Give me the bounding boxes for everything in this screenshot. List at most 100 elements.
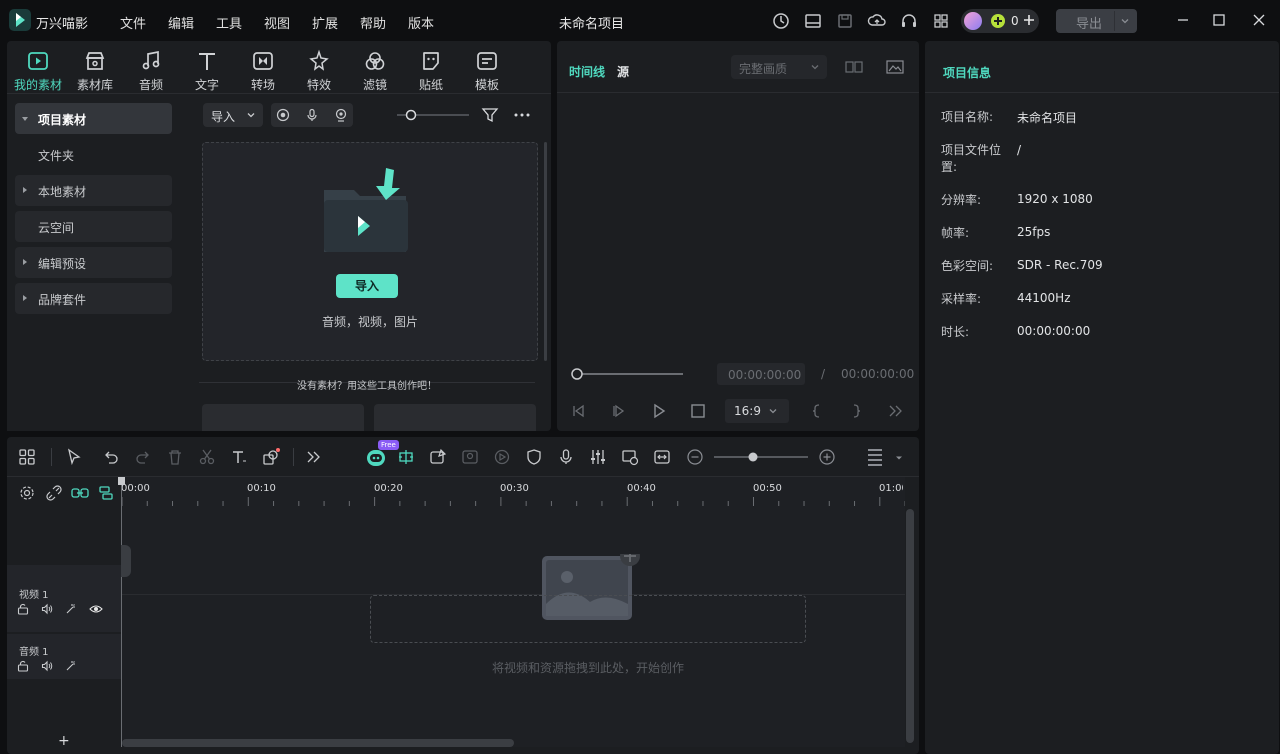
mute-fx-icon[interactable]	[65, 660, 77, 672]
media-scrollbar[interactable]	[544, 142, 547, 361]
unlink-icon[interactable]	[46, 485, 62, 501]
tab-effects[interactable]: 特效	[294, 47, 344, 93]
apps-grid-icon[interactable]	[931, 11, 951, 31]
time-ruler-ticks[interactable]	[121, 497, 905, 507]
tab-stock[interactable]: 素材库	[70, 47, 120, 93]
tab-audio[interactable]: 音频	[126, 47, 176, 93]
mark-out-icon[interactable]	[847, 402, 865, 420]
split-view-icon[interactable]	[844, 57, 864, 77]
magnet-snap-icon[interactable]	[98, 485, 114, 501]
support-headset-icon[interactable]	[899, 11, 919, 31]
import-dropdown[interactable]: 导入	[203, 103, 263, 127]
add-credit-icon[interactable]	[1022, 13, 1036, 27]
volume-icon[interactable]	[41, 603, 53, 615]
tool-card[interactable]	[374, 404, 536, 431]
tool-card[interactable]	[202, 404, 364, 431]
add-track-button[interactable]: +	[58, 733, 70, 749]
sidebar-item-project-media[interactable]: 项目素材	[15, 103, 172, 134]
menu-extensions[interactable]: 扩展	[312, 13, 338, 32]
timeline-drop-zone[interactable]	[370, 595, 806, 643]
menu-view[interactable]: 视图	[264, 13, 290, 32]
lock-icon[interactable]	[17, 660, 29, 672]
timeline-horizontal-scrollbar[interactable]	[122, 739, 514, 747]
mute-fx-icon[interactable]	[65, 603, 77, 615]
chevron-down-icon[interactable]	[894, 453, 904, 463]
collapse-handle[interactable]	[121, 545, 131, 577]
prev-frame-icon[interactable]	[570, 402, 588, 420]
microphone-icon[interactable]	[305, 108, 319, 122]
playhead-handle[interactable]	[118, 477, 125, 485]
more-options-icon[interactable]	[513, 106, 531, 124]
maximize-icon[interactable]	[1209, 10, 1229, 30]
save-icon[interactable]	[835, 11, 855, 31]
tab-templates[interactable]: 模板	[462, 47, 512, 93]
avatar[interactable]	[964, 12, 982, 30]
scissors-icon[interactable]	[198, 448, 216, 466]
visibility-eye-icon[interactable]	[89, 603, 103, 615]
sidebar-item-folder[interactable]: 文件夹	[15, 139, 172, 170]
tab-text[interactable]: 文字	[182, 47, 232, 93]
zoom-slider[interactable]	[712, 450, 810, 464]
zoom-out-icon[interactable]	[686, 448, 704, 466]
minimize-icon[interactable]	[1173, 10, 1193, 30]
record-screen-icon[interactable]	[276, 108, 290, 122]
ai-edit-icon[interactable]	[429, 448, 447, 466]
menu-edit[interactable]: 编辑	[168, 13, 194, 32]
menu-version[interactable]: 版本	[408, 13, 434, 32]
feedback-icon[interactable]	[771, 11, 791, 31]
audio-mixer-icon[interactable]	[589, 448, 607, 466]
export-button[interactable]: 导出	[1056, 9, 1137, 33]
cloud-upload-icon[interactable]	[867, 11, 887, 31]
webcam-icon[interactable]	[334, 108, 348, 122]
tab-timeline-preview[interactable]: 时间线	[569, 63, 605, 80]
menu-tools[interactable]: 工具	[216, 13, 242, 32]
playback-progress-slider[interactable]	[571, 367, 685, 381]
snapshot-icon[interactable]	[885, 57, 905, 77]
sidebar-item-cloud[interactable]: 云空间	[15, 211, 172, 242]
link-icon[interactable]	[71, 485, 89, 501]
lock-icon[interactable]	[17, 603, 29, 615]
menu-file[interactable]: 文件	[120, 13, 146, 32]
quality-dropdown[interactable]: 完整画质	[731, 55, 827, 79]
tab-filters[interactable]: 滤镜	[350, 47, 400, 93]
undo-icon[interactable]	[102, 448, 120, 466]
volume-icon[interactable]	[41, 660, 53, 672]
replace-clip-icon[interactable]	[621, 448, 639, 466]
playhead[interactable]	[121, 477, 122, 747]
sidebar-item-brand-kit[interactable]: 品牌套件	[15, 283, 172, 314]
tab-transitions[interactable]: 转场	[238, 47, 288, 93]
layout-grid-icon[interactable]	[18, 448, 36, 466]
tab-stickers[interactable]: 贴纸	[406, 47, 456, 93]
next-frame-icon[interactable]	[610, 402, 628, 420]
sidebar-item-edit-presets[interactable]: 编辑预设	[15, 247, 172, 278]
import-button[interactable]: 导入	[336, 274, 398, 298]
mask-shield-icon[interactable]	[525, 448, 543, 466]
mark-in-icon[interactable]	[808, 402, 826, 420]
track-height-icon[interactable]	[866, 448, 884, 466]
play-icon[interactable]	[650, 402, 668, 420]
close-icon[interactable]	[1249, 10, 1269, 30]
tab-source-preview[interactable]: 源	[617, 63, 629, 80]
filter-funnel-icon[interactable]	[481, 106, 499, 124]
thumbnail-size-slider[interactable]	[397, 108, 469, 122]
shapes-icon[interactable]	[262, 448, 280, 466]
zoom-in-icon[interactable]	[818, 448, 836, 466]
speed-icon[interactable]	[493, 448, 511, 466]
current-time[interactable]: 00:00:00:00	[717, 363, 805, 385]
redo-icon[interactable]	[134, 448, 152, 466]
expand-tools-icon[interactable]	[304, 448, 322, 466]
auto-ripple-icon[interactable]	[397, 448, 415, 466]
fit-width-icon[interactable]	[653, 448, 671, 466]
sidebar-item-local-media[interactable]: 本地素材	[15, 175, 172, 206]
tab-my-media[interactable]: 我的素材	[13, 47, 63, 93]
portrait-icon[interactable]	[461, 448, 479, 466]
delete-icon[interactable]	[166, 448, 184, 466]
credits-widget[interactable]: 0	[961, 9, 1039, 33]
select-cursor-icon[interactable]	[66, 448, 84, 466]
timeline-vertical-scrollbar[interactable]	[906, 509, 914, 743]
chevron-down-icon[interactable]	[1119, 15, 1131, 27]
text-tool-icon[interactable]	[230, 448, 248, 466]
layout-icon[interactable]	[803, 11, 823, 31]
aspect-ratio-dropdown[interactable]: 16:9	[725, 399, 789, 423]
timeline-settings-icon[interactable]	[19, 485, 35, 501]
